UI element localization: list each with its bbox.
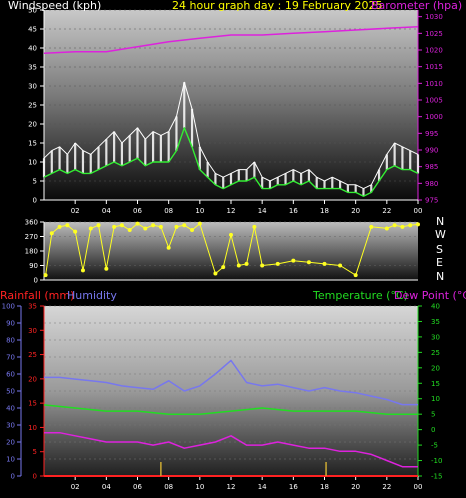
direction-tick-label: 180 [25,248,38,256]
humidity-tick-label: 0 [11,473,15,481]
wind-tick-label: 15 [28,140,37,148]
time-tick-label: 02 [71,207,80,215]
bottom-time-tick-label: 20 [351,483,360,491]
bottom-time-tick-label: 00 [414,483,423,491]
weather-graphs-svg: 0510152025303540455097598098599099510001… [2,7,443,492]
humidity-tick-label: 30 [6,422,15,430]
bottom-time-tick-label: 08 [164,483,173,491]
wind-tick-label: 45 [28,26,37,34]
dewpoint-axis-title: Dew Point (°C) [394,289,466,302]
time-tick-label: 10 [195,207,204,215]
wind-tick-label: 30 [28,83,37,91]
barometer-tick-label: 1030 [425,13,443,21]
rain-tick-label: 20 [28,375,37,383]
bottom-time-tick-label: 12 [227,483,236,491]
compass-w: W [435,228,446,241]
wind-tick-label: 5 [33,178,37,186]
temperature-tick-label: 10 [431,395,440,403]
humidity-tick-label: 80 [6,337,15,345]
direction-tick-label: 360 [25,219,38,227]
temperature-tick-label: -5 [431,442,438,450]
wind-tick-label: 20 [28,121,37,129]
temperature-tick-label: -10 [431,457,442,465]
direction-tick-label: 270 [25,233,38,241]
rain-tick-label: 35 [28,303,37,311]
bottom-time-tick-label: 06 [133,483,142,491]
wind-tick-label: 0 [33,197,37,205]
humidity-tick-label: 20 [6,439,15,447]
compass-n-top: N [436,215,445,228]
direction-tick-label: 90 [29,262,38,270]
time-tick-label: 14 [258,207,267,215]
bottom-time-tick-label: 16 [289,483,298,491]
time-tick-label: 18 [320,207,329,215]
wind-tick-label: 10 [28,159,37,167]
windspeed-axis-title: Windspeed (kph) [8,0,102,12]
rain-tick-label: 15 [28,400,37,408]
time-tick-label: 12 [227,207,236,215]
bottom-time-tick-label: 04 [102,483,111,491]
time-tick-label: 06 [133,207,142,215]
barometer-tick-label: 995 [425,130,438,138]
temperature-tick-label: 25 [431,349,440,357]
direction-tick-label: 0 [34,277,38,285]
wind-tick-label: 40 [28,45,37,53]
wind-tick-label: 35 [28,64,37,72]
bottom-time-tick-label: 14 [258,483,267,491]
temperature-tick-label: 35 [431,318,440,326]
wind-tick-label: 25 [28,102,37,110]
temperature-tick-label: 40 [431,303,440,311]
barometer-tick-label: 1020 [425,47,443,55]
temperature-tick-label: -15 [431,473,442,481]
barometer-tick-label: 1015 [425,63,443,71]
bottom-time-tick-label: 18 [320,483,329,491]
time-tick-label: 04 [102,207,111,215]
time-tick-label: 08 [164,207,173,215]
temperature-tick-label: 5 [431,411,435,419]
rain-tick-label: 5 [33,448,37,456]
rain-tick-label: 25 [28,351,37,359]
rain-tick-label: 30 [28,327,37,335]
chart-title: 24 hour graph day : 19 February 2025 [172,0,383,12]
compass-e: E [436,256,443,269]
temperature-tick-label: 15 [431,380,440,388]
time-tick-label: 00 [414,207,423,215]
barometer-tick-label: 980 [425,180,438,188]
barometer-axis-title: Barometer (hpa) [371,0,463,12]
humidity-tick-label: 100 [2,303,15,311]
rainfall-axis-title: Rainfall (mm) [0,289,75,302]
temperature-tick-label: 20 [431,364,440,372]
compass-n-bottom: N [436,270,445,283]
time-tick-label: 20 [351,207,360,215]
humidity-tick-label: 10 [6,456,15,464]
humidity-axis-title: Humidity [67,289,117,302]
barometer-tick-label: 985 [425,163,438,171]
time-tick-label: 22 [382,207,391,215]
humidity-tick-label: 40 [6,405,15,413]
humidity-tick-label: 50 [6,388,15,396]
barometer-tick-label: 990 [425,147,438,155]
weather-graph-page: 0 5 10 15 20 25 30 35 40 45 50 975 980 985 990 995 1000 1… [0,0,466,498]
barometer-tick-label: 975 [425,197,438,205]
bottom-time-tick-label: 02 [71,483,80,491]
bottom-time-tick-label: 10 [195,483,204,491]
temperature-tick-label: 0 [431,426,435,434]
bottom-time-tick-label: 22 [382,483,391,491]
barometer-tick-label: 1010 [425,80,443,88]
rain-tick-label: 10 [28,424,37,432]
temperature-tick-label: 30 [431,333,440,341]
humidity-tick-label: 90 [6,320,15,328]
humidity-tick-label: 70 [6,354,15,362]
barometer-tick-label: 1025 [425,30,443,38]
rain-tick-label: 0 [33,473,37,481]
barometer-tick-label: 1005 [425,97,443,105]
humidity-tick-label: 60 [6,371,15,379]
compass-s: S [436,243,443,256]
time-tick-label: 16 [289,207,298,215]
barometer-tick-label: 1000 [425,113,443,121]
